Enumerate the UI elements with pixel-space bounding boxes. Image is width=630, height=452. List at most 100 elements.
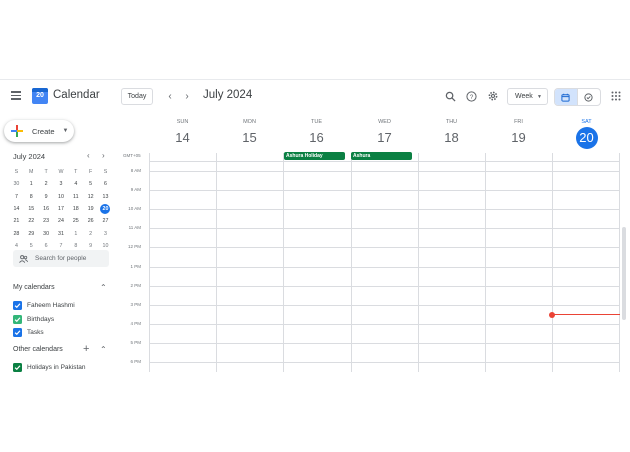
mini-day[interactable]: 12 bbox=[83, 191, 98, 203]
mini-dow: T bbox=[44, 169, 48, 176]
mini-day[interactable]: 2 bbox=[83, 227, 98, 239]
mini-day[interactable]: 11 bbox=[68, 191, 83, 203]
mini-day[interactable]: 2 bbox=[39, 178, 54, 190]
people-icon bbox=[19, 254, 28, 263]
apps-grid-icon[interactable] bbox=[609, 89, 623, 103]
mini-day[interactable]: 19 bbox=[83, 203, 98, 215]
mini-prev-month-icon[interactable]: ‹ bbox=[87, 151, 90, 160]
current-time-line bbox=[553, 314, 620, 316]
timezone-label: GMT+05 bbox=[123, 153, 141, 158]
mini-day[interactable]: 17 bbox=[54, 203, 69, 215]
calendar-label: Holidays in Pakistan bbox=[27, 363, 86, 371]
mini-day[interactable]: 27 bbox=[98, 215, 113, 227]
period-title: July 2024 bbox=[203, 89, 253, 101]
next-week-icon[interactable]: › bbox=[181, 89, 193, 103]
today-button[interactable]: Today bbox=[121, 88, 153, 105]
date-number[interactable]: 15 bbox=[216, 130, 283, 145]
mini-day[interactable]: 28 bbox=[9, 227, 24, 239]
help-icon[interactable]: ? bbox=[464, 89, 478, 103]
hour-label: 6 PM bbox=[130, 359, 141, 364]
mini-day[interactable]: 23 bbox=[39, 215, 54, 227]
mini-day[interactable]: 21 bbox=[9, 215, 24, 227]
all-day-event[interactable]: Ashura Holiday bbox=[284, 152, 345, 160]
mini-day[interactable]: 14 bbox=[9, 203, 24, 215]
add-calendar-icon[interactable]: + bbox=[83, 343, 89, 355]
mini-day[interactable]: 16 bbox=[39, 203, 54, 215]
calendar-label: Tasks bbox=[27, 328, 44, 336]
search-people-input[interactable]: Search for people bbox=[13, 250, 109, 267]
vertical-scrollbar[interactable] bbox=[622, 227, 626, 320]
date-number[interactable]: 18 bbox=[418, 130, 485, 145]
mini-day[interactable]: 22 bbox=[24, 215, 39, 227]
checkbox-checked-icon[interactable] bbox=[13, 327, 22, 337]
hour-line bbox=[149, 171, 620, 172]
mini-day[interactable]: 4 bbox=[68, 178, 83, 190]
mini-day[interactable]: 9 bbox=[39, 191, 54, 203]
checkbox-checked-icon[interactable] bbox=[13, 300, 22, 310]
settings-icon[interactable] bbox=[486, 89, 500, 103]
day-divider bbox=[283, 153, 284, 372]
create-button[interactable]: Create ▼ bbox=[4, 120, 74, 142]
checkbox-checked-icon[interactable] bbox=[13, 314, 22, 324]
hour-line bbox=[149, 324, 620, 325]
mini-day[interactable]: 13 bbox=[98, 191, 113, 203]
mini-day[interactable]: 29 bbox=[24, 227, 39, 239]
calendar-item[interactable]: Holidays in Pakistan bbox=[13, 362, 86, 372]
mini-next-month-icon[interactable]: › bbox=[102, 151, 105, 160]
mini-day[interactable]: 26 bbox=[83, 215, 98, 227]
previous-week-icon[interactable]: ‹ bbox=[164, 89, 176, 103]
calendar-item[interactable]: Birthdays bbox=[13, 314, 54, 324]
mini-day[interactable]: 1 bbox=[24, 178, 39, 190]
hour-label: 11 AM bbox=[128, 225, 141, 230]
tasks-view-icon[interactable] bbox=[578, 89, 600, 105]
other-calendars-title[interactable]: Other calendars bbox=[13, 346, 63, 353]
mini-calendar-week: 14 15 16 17 18 19 20 bbox=[9, 203, 113, 215]
mini-day[interactable]: 25 bbox=[68, 215, 83, 227]
mini-day[interactable]: 30 bbox=[9, 178, 24, 190]
mini-day[interactable]: 1 bbox=[68, 227, 83, 239]
chevron-up-icon[interactable]: ⌃ bbox=[100, 283, 107, 292]
date-number[interactable]: 16 bbox=[283, 130, 350, 145]
mini-dow: T bbox=[74, 169, 78, 176]
hour-line bbox=[149, 267, 620, 268]
mini-dow: S bbox=[14, 169, 19, 176]
calendar-label: Birthdays bbox=[27, 315, 55, 323]
search-icon[interactable] bbox=[443, 89, 457, 103]
date-number-today[interactable]: 20 bbox=[553, 127, 620, 149]
view-select[interactable]: Week ▼ bbox=[507, 88, 548, 105]
mini-day[interactable]: 31 bbox=[54, 227, 69, 239]
mini-day[interactable]: 10 bbox=[54, 191, 69, 203]
mini-day[interactable]: 3 bbox=[98, 227, 113, 239]
date-number[interactable]: 17 bbox=[351, 130, 418, 145]
mini-day-selected[interactable]: 20 bbox=[98, 203, 113, 215]
day-divider bbox=[485, 153, 486, 372]
day-header-mon: MON bbox=[243, 119, 256, 125]
mini-dow: W bbox=[58, 169, 64, 176]
mini-day[interactable]: 30 bbox=[39, 227, 54, 239]
hour-label: 10 AM bbox=[128, 206, 141, 211]
menu-icon[interactable] bbox=[9, 89, 23, 103]
all-day-event[interactable]: Ashura bbox=[351, 152, 412, 160]
day-divider bbox=[418, 153, 419, 372]
mini-day[interactable]: 18 bbox=[68, 203, 83, 215]
mini-day[interactable]: 6 bbox=[98, 178, 113, 190]
mini-day[interactable]: 7 bbox=[9, 191, 24, 203]
mini-day[interactable]: 15 bbox=[24, 203, 39, 215]
my-calendars-title[interactable]: My calendars bbox=[13, 284, 55, 291]
app-title: Calendar bbox=[53, 89, 100, 101]
calendar-view-icon[interactable] bbox=[555, 89, 578, 105]
date-number[interactable]: 14 bbox=[149, 130, 216, 145]
chevron-up-icon[interactable]: ⌃ bbox=[100, 345, 107, 354]
mini-day[interactable]: 5 bbox=[83, 178, 98, 190]
calendar-item[interactable]: Faheem Hashmi bbox=[13, 300, 75, 310]
date-number[interactable]: 19 bbox=[485, 130, 552, 145]
mini-day[interactable]: 8 bbox=[24, 191, 39, 203]
day-header-tue: TUE bbox=[311, 119, 322, 125]
mini-calendar-week: 7 8 9 10 11 12 13 bbox=[9, 191, 113, 203]
checkbox-checked-icon[interactable] bbox=[13, 362, 22, 372]
calendar-item[interactable]: Tasks bbox=[13, 327, 44, 337]
day-header-wed: WED bbox=[378, 119, 391, 125]
mini-day[interactable]: 24 bbox=[54, 215, 69, 227]
mini-day[interactable]: 3 bbox=[54, 178, 69, 190]
today-date-label: 20 bbox=[575, 127, 598, 149]
